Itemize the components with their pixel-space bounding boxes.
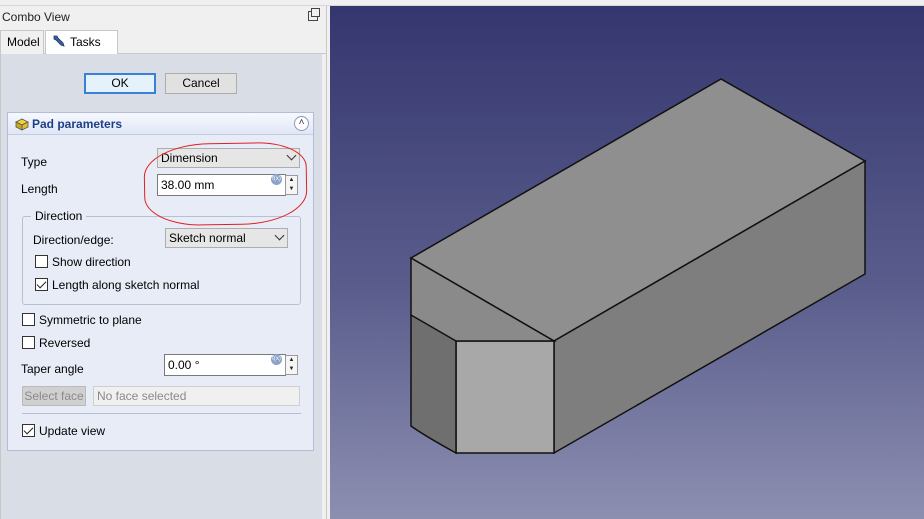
update-view-label: Update view (39, 424, 106, 438)
show-direction-label: Show direction (52, 255, 131, 269)
pad-parameters-box: Pad parameters ˄ Type Dimension Length 3… (7, 112, 314, 451)
ok-button[interactable]: OK (84, 73, 156, 94)
direction-edge-select[interactable]: Sketch normal (165, 228, 288, 248)
symmetric-label: Symmetric to plane (39, 313, 142, 327)
cancel-button[interactable]: Cancel (165, 73, 237, 94)
type-value: Dimension (161, 151, 218, 165)
task-area: OK Cancel Pad parameters ˄ Type Dimensio… (0, 54, 322, 519)
tab-model[interactable]: Model (0, 30, 44, 54)
reversed-label: Reversed (39, 336, 91, 350)
symmetric-checkbox[interactable] (22, 313, 35, 326)
taper-angle-label: Taper angle (21, 362, 84, 376)
3d-viewport[interactable] (330, 6, 924, 519)
taper-angle-input[interactable]: 0.00 ° f(x) (164, 354, 286, 376)
tab-tasks[interactable]: Tasks (45, 30, 118, 55)
wrench-icon (53, 35, 65, 47)
direction-edge-value: Sketch normal (169, 231, 246, 245)
length-along-normal-checkbox[interactable] (35, 278, 48, 291)
float-window-icon[interactable] (308, 8, 320, 21)
length-value: 38.00 mm (161, 178, 215, 192)
direction-group-title: Direction (31, 209, 87, 223)
padded-solid (409, 78, 867, 455)
separator (22, 413, 301, 414)
taper-angle-spinner[interactable]: ▲ ▼ (285, 355, 298, 375)
chevron-down-icon (274, 230, 285, 241)
spin-down-icon[interactable]: ▼ (286, 365, 297, 374)
show-direction-checkbox[interactable] (35, 255, 48, 268)
pad-parameters-title: Pad parameters (32, 117, 123, 131)
tab-bar: Model Tasks (0, 28, 327, 55)
fx-icon[interactable]: f(x) (271, 174, 282, 185)
reversed-checkbox[interactable] (22, 336, 35, 349)
collapse-up-icon[interactable]: ˄ (294, 116, 309, 131)
spin-down-icon[interactable]: ▼ (286, 185, 297, 194)
fx-icon[interactable]: f(x) (271, 354, 282, 365)
chevron-down-icon (286, 150, 297, 161)
combo-view-panel: Combo View Model Tasks OK Cancel Pad par… (0, 6, 327, 519)
select-face-button[interactable]: Select face (22, 386, 86, 406)
type-label: Type (21, 155, 48, 169)
spin-up-icon[interactable]: ▲ (286, 176, 297, 185)
update-view-checkbox[interactable] (22, 424, 35, 437)
pad-parameters-header[interactable]: Pad parameters ˄ (8, 113, 313, 135)
length-label: Length (21, 182, 58, 196)
direction-group: Direction Direction/edge: Sketch normal … (22, 209, 301, 305)
selected-face-field: No face selected (93, 386, 300, 406)
panel-title: Combo View (2, 10, 70, 24)
type-select[interactable]: Dimension (157, 148, 300, 168)
spin-up-icon[interactable]: ▲ (286, 356, 297, 365)
taper-angle-value: 0.00 ° (168, 358, 200, 372)
solid-front-face (455, 340, 555, 454)
pad-icon (15, 118, 29, 131)
length-input[interactable]: 38.00 mm f(x) (157, 174, 286, 196)
length-spinner[interactable]: ▲ ▼ (285, 175, 298, 195)
length-along-normal-label: Length along sketch normal (52, 278, 200, 292)
direction-edge-label: Direction/edge: (33, 233, 114, 247)
tab-tasks-label: Tasks (70, 35, 101, 49)
